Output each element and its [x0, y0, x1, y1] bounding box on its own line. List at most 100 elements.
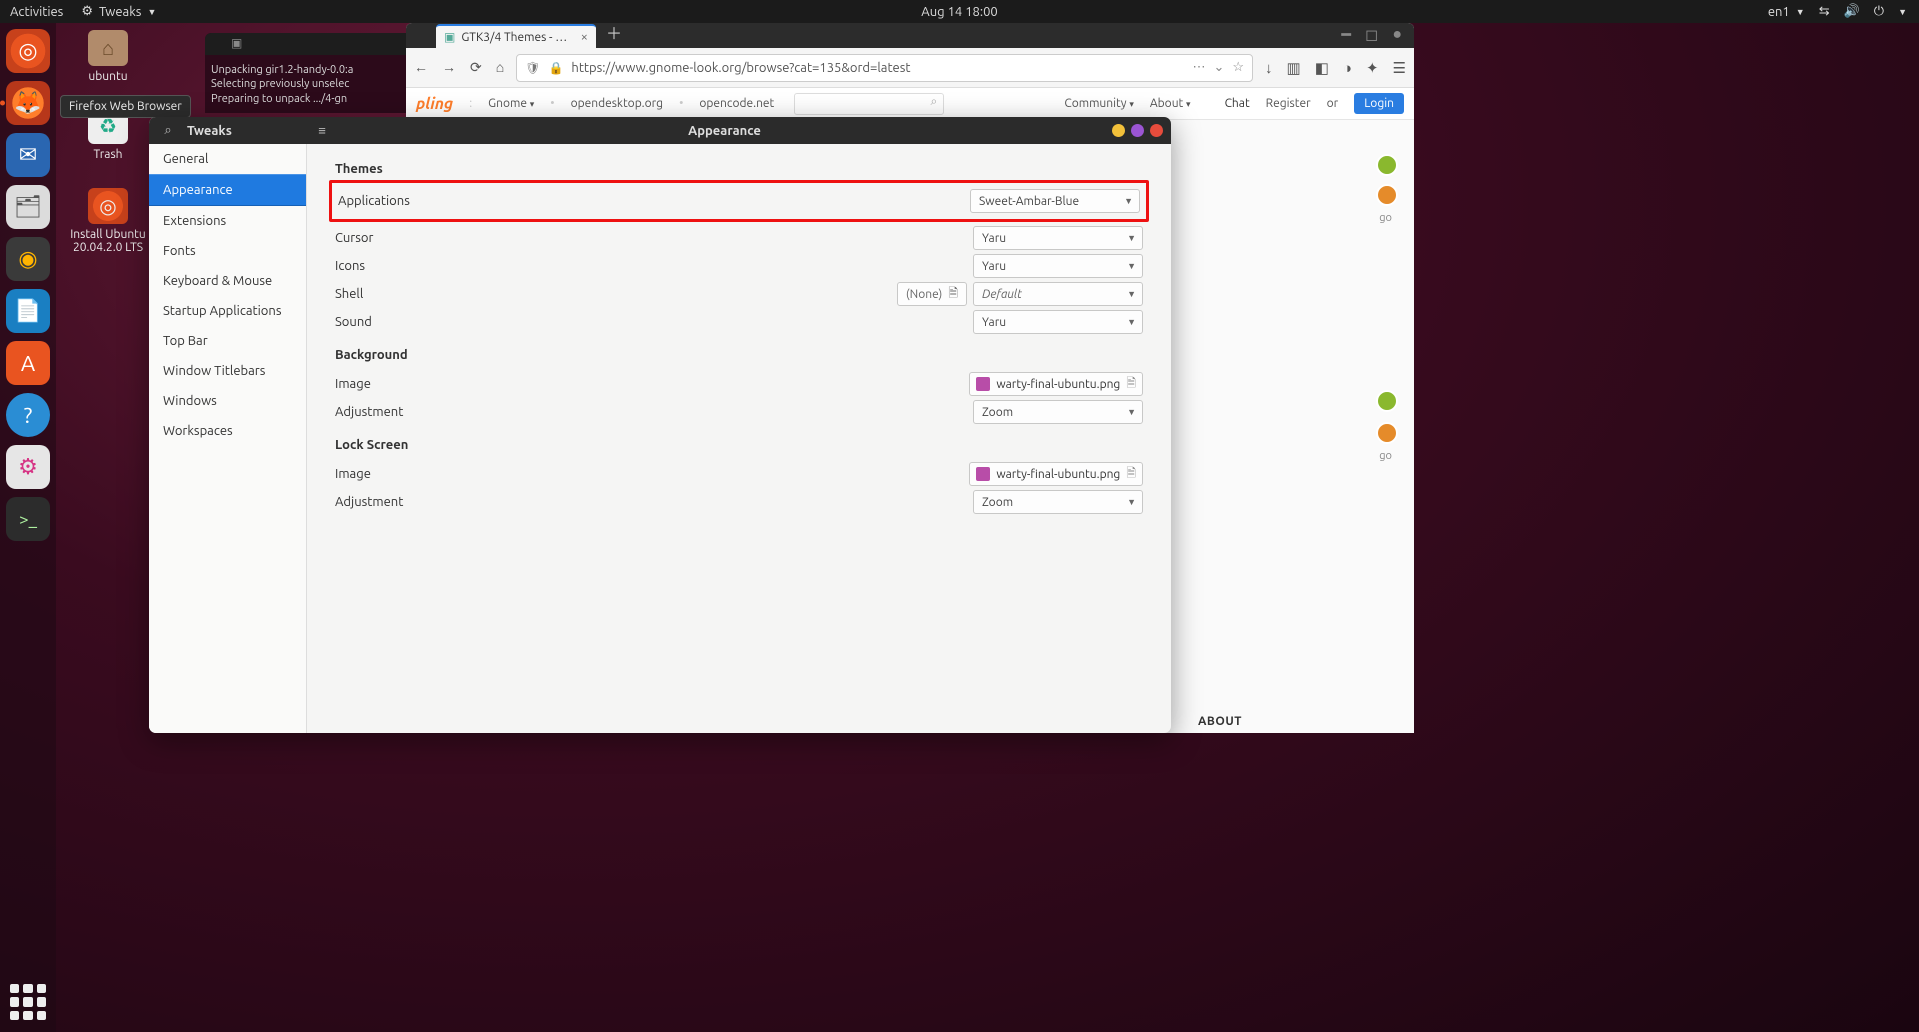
sidebar-item-windows[interactable]: Windows — [149, 386, 306, 416]
lockscreen-adjustment-dropdown[interactable]: Zoom▼ — [973, 490, 1143, 514]
window-minimize-icon[interactable]: ━ — [1341, 25, 1351, 44]
sidebar-item-titlebars[interactable]: Window Titlebars — [149, 356, 306, 386]
background-adjustment-dropdown[interactable]: Zoom▼ — [973, 400, 1143, 424]
dock-rhythmbox-icon[interactable]: ◉ — [6, 237, 50, 281]
sidebar-item-general[interactable]: General — [149, 144, 306, 174]
window-close-icon[interactable]: ● — [1392, 25, 1402, 44]
score-badge — [1376, 390, 1398, 412]
cursor-theme-dropdown[interactable]: Yaru ▼ — [973, 226, 1143, 250]
icons-theme-dropdown[interactable]: Yaru▼ — [973, 254, 1143, 278]
open-file-icon: 🗎 — [1126, 374, 1136, 395]
sidebar-item-appearance[interactable]: Appearance — [149, 174, 306, 206]
sidebar-item-extensions[interactable]: Extensions — [149, 206, 306, 236]
dropdown-value: Yaru — [982, 232, 1006, 245]
dock-files-icon[interactable]: 🗂 — [6, 185, 50, 229]
hamburger-icon[interactable]: ≡ — [307, 123, 337, 138]
site-menu-community[interactable]: Community ▾ — [1064, 97, 1134, 110]
image-thumb-icon — [976, 467, 990, 481]
lockscreen-image-button[interactable]: warty-final-ubuntu.png🗎 — [969, 462, 1143, 486]
sidebar-item-keyboard[interactable]: Keyboard & Mouse — [149, 266, 306, 296]
window-minimize-icon[interactable] — [1112, 124, 1125, 137]
tweaks-sidebar: General Appearance Extensions Fonts Keyb… — [149, 144, 307, 733]
sound-theme-dropdown[interactable]: Yaru▼ — [973, 310, 1143, 334]
shield-icon[interactable]: 🛡 — [525, 61, 540, 75]
dock-ubuntu-icon[interactable]: ◎ — [6, 29, 50, 73]
page-actions-icon[interactable]: ⋯ — [1192, 60, 1205, 75]
applications-theme-dropdown[interactable]: Sweet-Ambar-Blue▼ — [970, 189, 1140, 213]
menu-icon[interactable]: ☰ — [1393, 59, 1406, 77]
row-label-bg-adjustment: Adjustment — [335, 405, 973, 419]
pling-logo[interactable]: pling — [416, 95, 453, 113]
browser-tab[interactable]: ▣ GTK3/4 Themes - Gnome × — [436, 24, 596, 48]
reload-icon[interactable]: ⟳ — [470, 59, 482, 76]
site-register-link[interactable]: Register — [1266, 97, 1311, 110]
new-tab-button[interactable]: ＋ — [606, 23, 622, 44]
dock-app-grid-icon[interactable] — [10, 984, 46, 1020]
power-icon[interactable]: ⏻ — [1874, 4, 1884, 19]
chevron-down-icon: ▼ — [1124, 196, 1133, 206]
topbar-app-menu[interactable]: ⚙ Tweaks ▼ — [81, 4, 156, 19]
activities-button[interactable]: Activities — [10, 5, 63, 19]
site-link-opencode[interactable]: opencode.net — [699, 97, 774, 110]
pocket-icon[interactable]: ⌄ — [1213, 60, 1224, 75]
chevron-down-icon: ▼ — [1127, 289, 1136, 299]
back-icon[interactable]: ← — [414, 59, 428, 76]
system-menu-chevron-icon[interactable]: ▼ — [1898, 7, 1907, 17]
background-image-button[interactable]: warty-final-ubuntu.png 🗎 — [969, 372, 1143, 396]
extension-icon[interactable]: ✦ — [1366, 59, 1379, 77]
section-themes: Themes — [335, 162, 1143, 176]
dock-terminal-icon[interactable]: >_ — [6, 497, 50, 541]
row-label-icons: Icons — [335, 259, 973, 273]
window-maximize-icon[interactable] — [1131, 124, 1144, 137]
dock-help-icon[interactable]: ? — [6, 393, 50, 437]
chevron-down-icon: ▼ — [1127, 233, 1136, 243]
dropdown-value: Zoom — [982, 406, 1013, 419]
dock-tweaks-icon[interactable]: ⚙ — [6, 445, 50, 489]
site-login-button[interactable]: Login — [1354, 93, 1404, 114]
sidebar-icon[interactable]: ◧ — [1315, 59, 1329, 77]
url-text: https://www.gnome-look.org/browse?cat=13… — [571, 61, 910, 75]
desktop-install-icon[interactable]: ◎Install Ubuntu 20.04.2.0 LTS — [68, 188, 148, 254]
network-icon[interactable]: ⇆ — [1819, 4, 1830, 19]
language-indicator[interactable]: en1 ▼ — [1768, 5, 1805, 19]
about-section: ABOUT About — [1198, 715, 1398, 733]
bookmark-star-icon[interactable]: ☆ — [1232, 60, 1244, 75]
site-chat-button[interactable]: Chat — [1207, 97, 1250, 111]
sidebar-item-topbar[interactable]: Top Bar — [149, 326, 306, 356]
dock-firefox-icon[interactable]: 🦊 — [6, 81, 50, 125]
library-icon[interactable]: ▥ — [1287, 59, 1301, 77]
shell-file-button[interactable]: (None)🗎 — [897, 282, 967, 306]
score-badge — [1376, 184, 1398, 206]
file-name: warty-final-ubuntu.png — [996, 378, 1120, 391]
url-bar[interactable]: 🛡 🔒 https://www.gnome-look.org/browse?ca… — [516, 54, 1253, 82]
topbar-app-name: Tweaks — [99, 5, 141, 19]
window-maximize-icon[interactable]: ◻ — [1365, 25, 1378, 44]
site-menu-about[interactable]: About ▾ — [1150, 97, 1191, 110]
clock[interactable]: Aug 14 18:00 — [921, 5, 998, 19]
dropdown-value: Yaru — [982, 316, 1006, 329]
sidebar-item-workspaces[interactable]: Workspaces — [149, 416, 306, 446]
site-favicon-icon: ▣ — [444, 30, 455, 44]
site-menu-gnome[interactable]: Gnome ▾ — [488, 97, 534, 110]
section-lockscreen: Lock Screen — [335, 438, 1143, 452]
search-icon[interactable]: ⌕ — [149, 123, 187, 138]
tab-close-icon[interactable]: × — [581, 30, 588, 44]
extension-icon[interactable]: ◑ — [1343, 59, 1352, 77]
language-label: en1 — [1768, 5, 1790, 19]
forward-icon[interactable]: → — [442, 59, 456, 76]
site-search-input[interactable] — [794, 93, 944, 115]
shell-theme-dropdown[interactable]: Default▼ — [973, 282, 1143, 306]
desktop-home-icon[interactable]: ⌂ubuntu — [68, 30, 148, 83]
firefox-tabstrip: ▣ GTK3/4 Themes - Gnome × ＋ ━ ◻ ● — [406, 23, 1414, 48]
sidebar-item-startup[interactable]: Startup Applications — [149, 296, 306, 326]
site-link-opendesktop[interactable]: opendesktop.org — [571, 97, 664, 110]
dock-writer-icon[interactable]: 📄 — [6, 289, 50, 333]
volume-icon[interactable]: 🔊 — [1844, 4, 1860, 19]
home-icon[interactable]: ⌂ — [496, 59, 504, 76]
downloads-icon[interactable]: ↓ — [1265, 59, 1273, 77]
window-close-icon[interactable] — [1150, 124, 1163, 137]
dock-software-icon[interactable]: A — [6, 341, 50, 385]
sidebar-item-fonts[interactable]: Fonts — [149, 236, 306, 266]
dock-thunderbird-icon[interactable]: ✉ — [6, 133, 50, 177]
tweaks-indicator-icon: ⚙ — [81, 4, 93, 19]
